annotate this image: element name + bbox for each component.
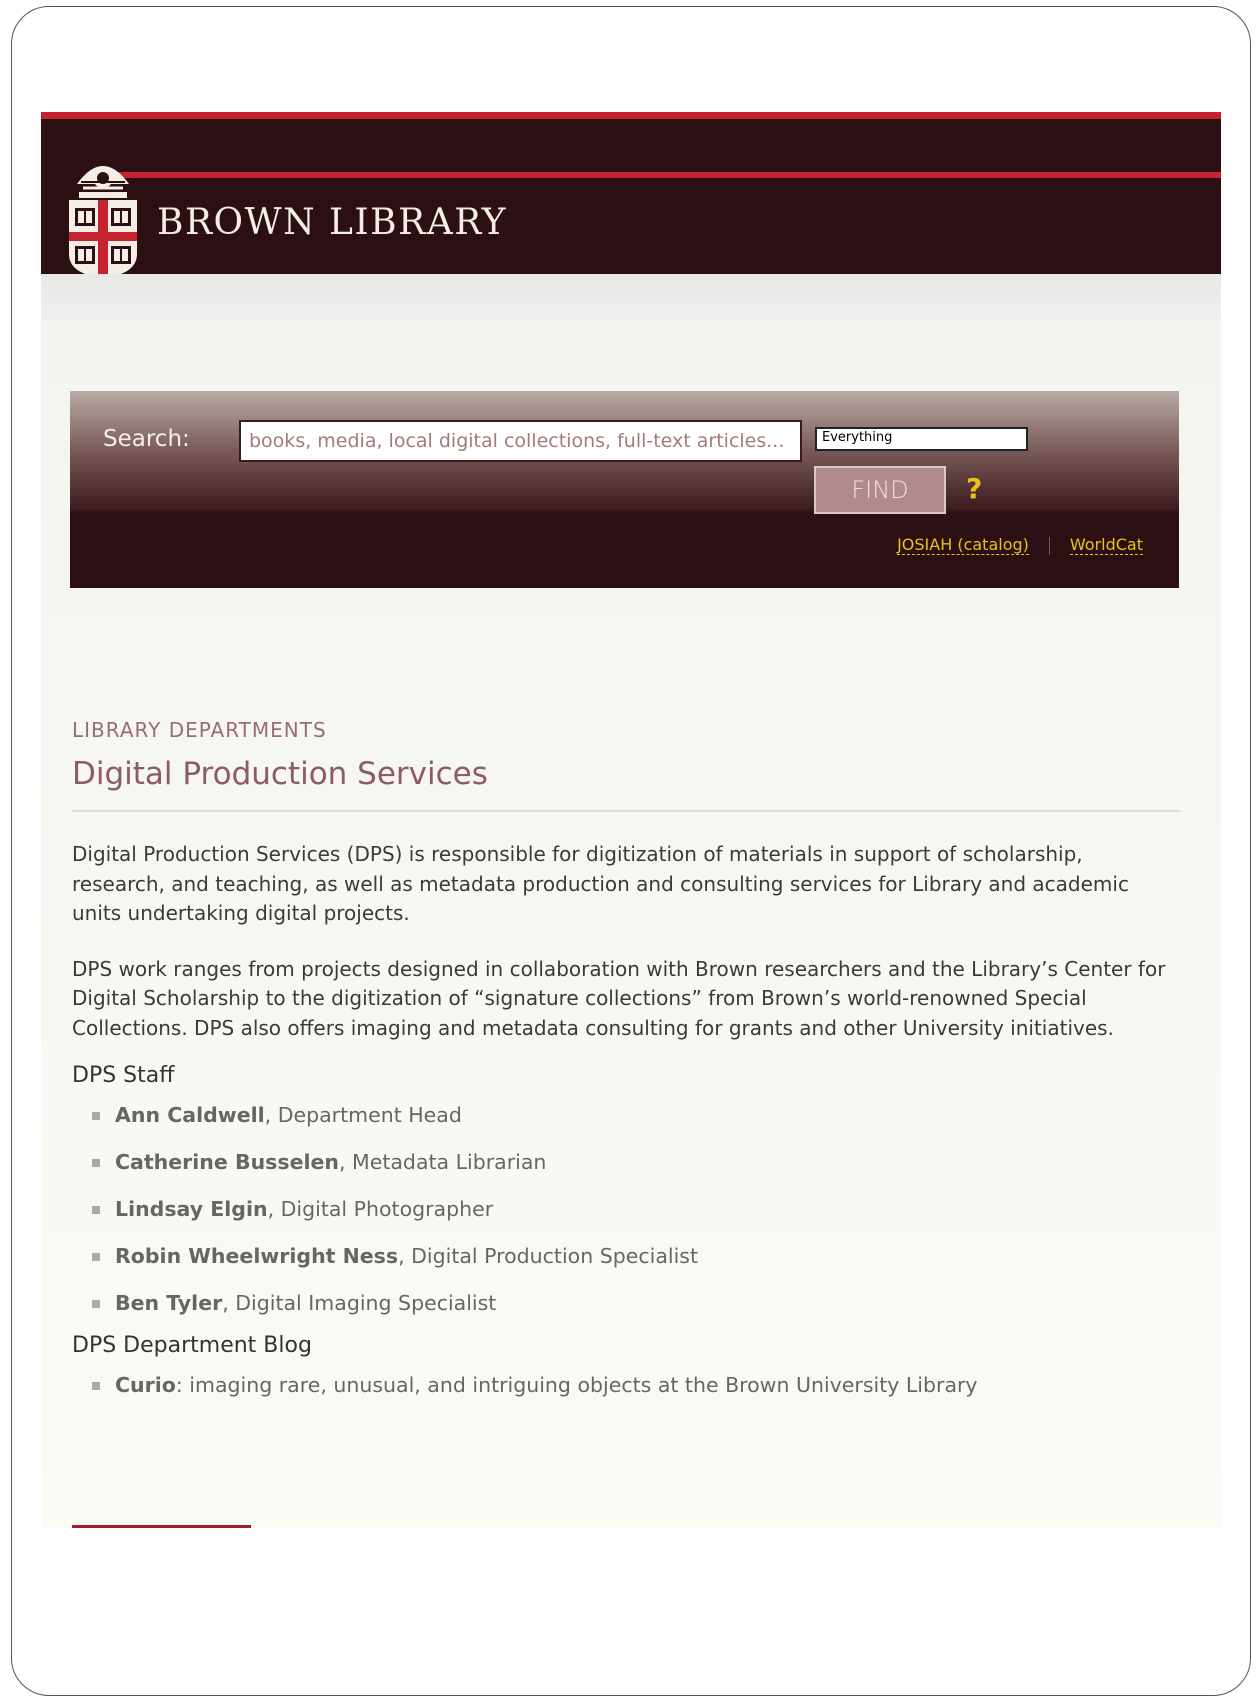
- brown-shield-logo[interactable]: [67, 154, 139, 280]
- bullet-icon: [92, 1382, 100, 1390]
- staff-name-link[interactable]: Ann Caldwell: [115, 1103, 265, 1127]
- header-red-stripe: [109, 172, 1221, 178]
- staff-list: Ann Caldwell, Department Head Catherine …: [72, 1102, 1180, 1316]
- staff-name-link[interactable]: Robin Wheelwright Ness: [115, 1244, 398, 1268]
- quicklinks-divider: [1048, 536, 1050, 555]
- page-title: Digital Production Services: [72, 756, 488, 792]
- scope-paragraph: DPS work ranges from projects designed i…: [72, 956, 1166, 1040]
- utility-bar: [41, 274, 1221, 320]
- staff-role: , Digital Photographer: [267, 1197, 494, 1221]
- footer-accent-rule: [72, 1525, 251, 1528]
- find-button[interactable]: FIND: [814, 466, 946, 514]
- list-item: Ann Caldwell, Department Head: [92, 1102, 1180, 1128]
- blog-list: Curio: imaging rare, unusual, and intrig…: [72, 1372, 1180, 1398]
- staff-role: , Department Head: [264, 1103, 462, 1127]
- site-header: BROWN LIBRARY: [41, 112, 1221, 278]
- staff-heading: DPS Staff: [72, 1063, 175, 1088]
- list-item: Ben Tyler, Digital Imaging Specialist: [92, 1290, 1180, 1316]
- search-input[interactable]: [239, 420, 802, 462]
- header-top-accent: [41, 112, 1221, 119]
- search-scope-select[interactable]: Everything: [815, 427, 1028, 451]
- title-divider: [72, 810, 1180, 812]
- staff-role: , Metadata Librarian: [339, 1150, 547, 1174]
- bullet-icon: [92, 1206, 100, 1214]
- josiah-catalog-link[interactable]: JOSIAH (catalog): [897, 535, 1029, 555]
- brand-name[interactable]: BROWN LIBRARY: [157, 202, 507, 243]
- staff-name-link[interactable]: Ben Tyler: [115, 1291, 222, 1315]
- blog-name-link[interactable]: Curio: [115, 1373, 176, 1397]
- help-icon[interactable]: ?: [966, 472, 982, 505]
- staff-role: , Digital Production Specialist: [398, 1244, 698, 1268]
- staff-role: , Digital Imaging Specialist: [222, 1291, 497, 1315]
- list-item: Catherine Busselen, Metadata Librarian: [92, 1149, 1180, 1175]
- list-item[interactable]: Curio: imaging rare, unusual, and intrig…: [92, 1372, 1180, 1398]
- worldcat-link[interactable]: WorldCat: [1069, 535, 1143, 555]
- search-quicklinks: JOSIAH (catalog) WorldCat: [897, 535, 1143, 555]
- bullet-icon: [92, 1159, 100, 1167]
- blog-heading: DPS Department Blog: [72, 1333, 312, 1358]
- list-item: Robin Wheelwright Ness, Digital Producti…: [92, 1243, 1180, 1269]
- section-kicker[interactable]: LIBRARY DEPARTMENTS: [72, 718, 1180, 742]
- staff-name-link[interactable]: Catherine Busselen: [115, 1150, 339, 1174]
- main-content: LIBRARY DEPARTMENTS Digital Production S…: [72, 718, 1180, 1419]
- staff-name-link[interactable]: Lindsay Elgin: [115, 1197, 268, 1221]
- list-item: Lindsay Elgin, Digital Photographer: [92, 1196, 1180, 1222]
- blog-description[interactable]: : imaging rare, unusual, and intriguing …: [176, 1373, 978, 1397]
- search-label: Search:: [103, 426, 190, 452]
- intro-paragraph: Digital Production Services (DPS) is res…: [72, 842, 1129, 925]
- bullet-icon: [92, 1112, 100, 1120]
- brown-shield-icon: [69, 166, 137, 278]
- search-panel: Search: Everything FIND ? JOSIAH (catalo…: [70, 391, 1179, 588]
- bullet-icon: [92, 1300, 100, 1308]
- bullet-icon: [92, 1253, 100, 1261]
